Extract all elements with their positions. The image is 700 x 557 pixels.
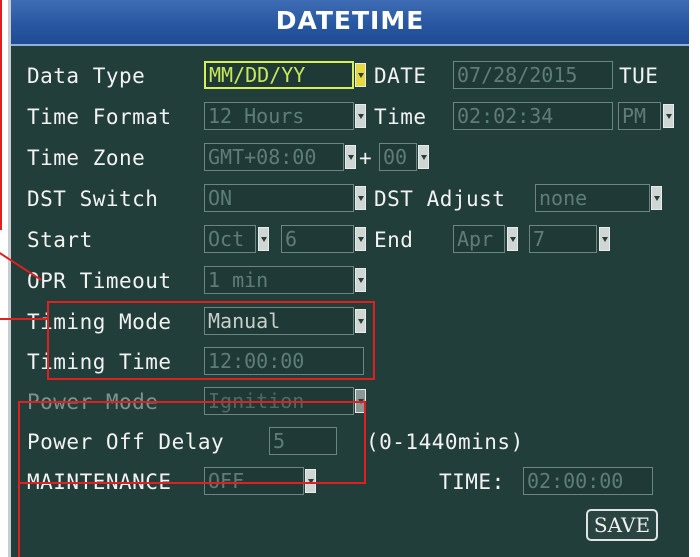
- chevron-down-icon[interactable]: [345, 145, 356, 169]
- time-label: Time: [374, 105, 427, 129]
- chevron-down-icon[interactable]: [355, 268, 366, 292]
- chevron-down-icon[interactable]: [651, 186, 662, 210]
- chevron-down-icon[interactable]: [355, 63, 366, 87]
- start-label: Start: [27, 228, 93, 252]
- dst-switch-label: DST Switch: [27, 187, 159, 211]
- dst-adjust-select[interactable]: none: [535, 184, 650, 212]
- save-button[interactable]: SAVE: [586, 509, 658, 541]
- time-format-label: Time Format: [27, 105, 172, 129]
- maintenance-time-label: TIME:: [439, 470, 505, 494]
- start-day-select[interactable]: 6: [281, 225, 354, 253]
- title-bar: DATETIME: [11, 0, 689, 46]
- chevron-down-icon[interactable]: [258, 227, 269, 251]
- dst-adjust-label: DST Adjust: [374, 187, 506, 211]
- data-type-label: Data Type: [27, 64, 146, 88]
- time-format-select[interactable]: 12 Hours: [204, 102, 354, 130]
- annotation-edge-line: [0, 0, 2, 230]
- end-month-select[interactable]: Apr: [453, 225, 505, 253]
- weekday-label: TUE: [619, 64, 659, 88]
- chevron-down-icon[interactable]: [355, 104, 366, 128]
- time-zone-label: Time Zone: [27, 146, 146, 170]
- chevron-down-icon[interactable]: [418, 145, 429, 169]
- ampm-select[interactable]: PM: [618, 102, 661, 130]
- page-title: DATETIME: [275, 6, 425, 35]
- date-field[interactable]: 07/28/2015: [453, 61, 613, 89]
- annotation-box-power: [18, 401, 366, 484]
- annotation-pointer: [0, 318, 47, 320]
- annotation-pointer: [18, 401, 20, 557]
- chevron-down-icon[interactable]: [355, 227, 366, 251]
- chevron-down-icon[interactable]: [507, 227, 518, 251]
- end-label: End: [374, 228, 414, 252]
- data-type-select[interactable]: MM/DD/YY: [204, 61, 354, 89]
- power-off-delay-range: (0-1440mins): [366, 430, 524, 454]
- dst-switch-select[interactable]: ON: [204, 184, 354, 212]
- tz-minutes-select[interactable]: 00: [379, 143, 417, 171]
- time-zone-select[interactable]: GMT+08:00: [204, 143, 344, 171]
- time-field[interactable]: 02:02:34: [453, 102, 613, 130]
- chevron-down-icon[interactable]: [663, 104, 674, 128]
- opr-timeout-label: OPR Timeout: [27, 269, 172, 293]
- start-month-select[interactable]: Oct: [204, 225, 256, 253]
- annotation-box-timing: [47, 301, 375, 380]
- date-label: DATE: [374, 64, 427, 88]
- maintenance-time-field[interactable]: 02:00:00: [523, 467, 653, 495]
- opr-timeout-select[interactable]: 1 min: [204, 266, 354, 294]
- chevron-down-icon[interactable]: [355, 186, 366, 210]
- end-day-select[interactable]: 7: [529, 225, 597, 253]
- chevron-down-icon[interactable]: [599, 227, 610, 251]
- plus-sign: +: [359, 146, 373, 170]
